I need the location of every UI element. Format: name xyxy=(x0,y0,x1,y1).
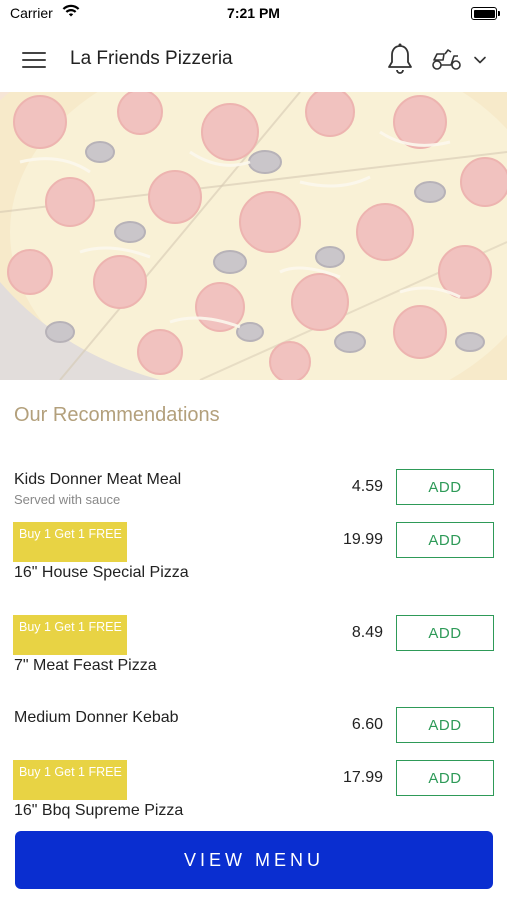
view-menu-button[interactable]: VIEW MENU xyxy=(15,831,493,889)
clock: 7:21 PM xyxy=(227,5,280,21)
item-price: 8.49 xyxy=(351,624,383,641)
add-button[interactable]: ADD xyxy=(396,760,494,796)
status-bar: Carrier 7:21 PM xyxy=(0,0,507,28)
delivery-scooter-icon[interactable] xyxy=(430,46,464,72)
bell-icon[interactable] xyxy=(386,42,414,76)
add-button[interactable]: ADD xyxy=(396,522,494,558)
promo-badge: Buy 1 Get 1 FREE xyxy=(13,760,127,800)
battery-icon xyxy=(471,7,500,20)
item-price: 6.60 xyxy=(351,716,383,733)
item-description: Served with sauce xyxy=(14,492,121,507)
promo-badge: Buy 1 Get 1 FREE xyxy=(13,522,127,562)
item-name: 7" Meat Feast Pizza xyxy=(14,657,157,674)
add-button[interactable]: ADD xyxy=(396,469,494,505)
item-name: Medium Donner Kebab xyxy=(14,709,179,726)
item-price: 17.99 xyxy=(342,769,383,786)
promo-badge: Buy 1 Get 1 FREE xyxy=(13,615,127,655)
chevron-down-icon[interactable] xyxy=(472,52,488,68)
app-header: La Friends Pizzeria xyxy=(0,28,507,92)
item-name: 16" Bbq Supreme Pizza xyxy=(14,802,184,819)
add-button[interactable]: ADD xyxy=(396,615,494,651)
section-title: Our Recommendations xyxy=(14,404,220,426)
add-button[interactable]: ADD xyxy=(396,707,494,743)
hero-pizza-image xyxy=(0,92,507,380)
item-price: 19.99 xyxy=(342,531,383,548)
item-price: 4.59 xyxy=(351,478,383,495)
hamburger-menu-icon[interactable] xyxy=(22,50,48,70)
item-name: Kids Donner Meat Meal xyxy=(14,471,182,488)
page-title: La Friends Pizzeria xyxy=(70,48,233,69)
item-name: 16" House Special Pizza xyxy=(14,564,189,581)
